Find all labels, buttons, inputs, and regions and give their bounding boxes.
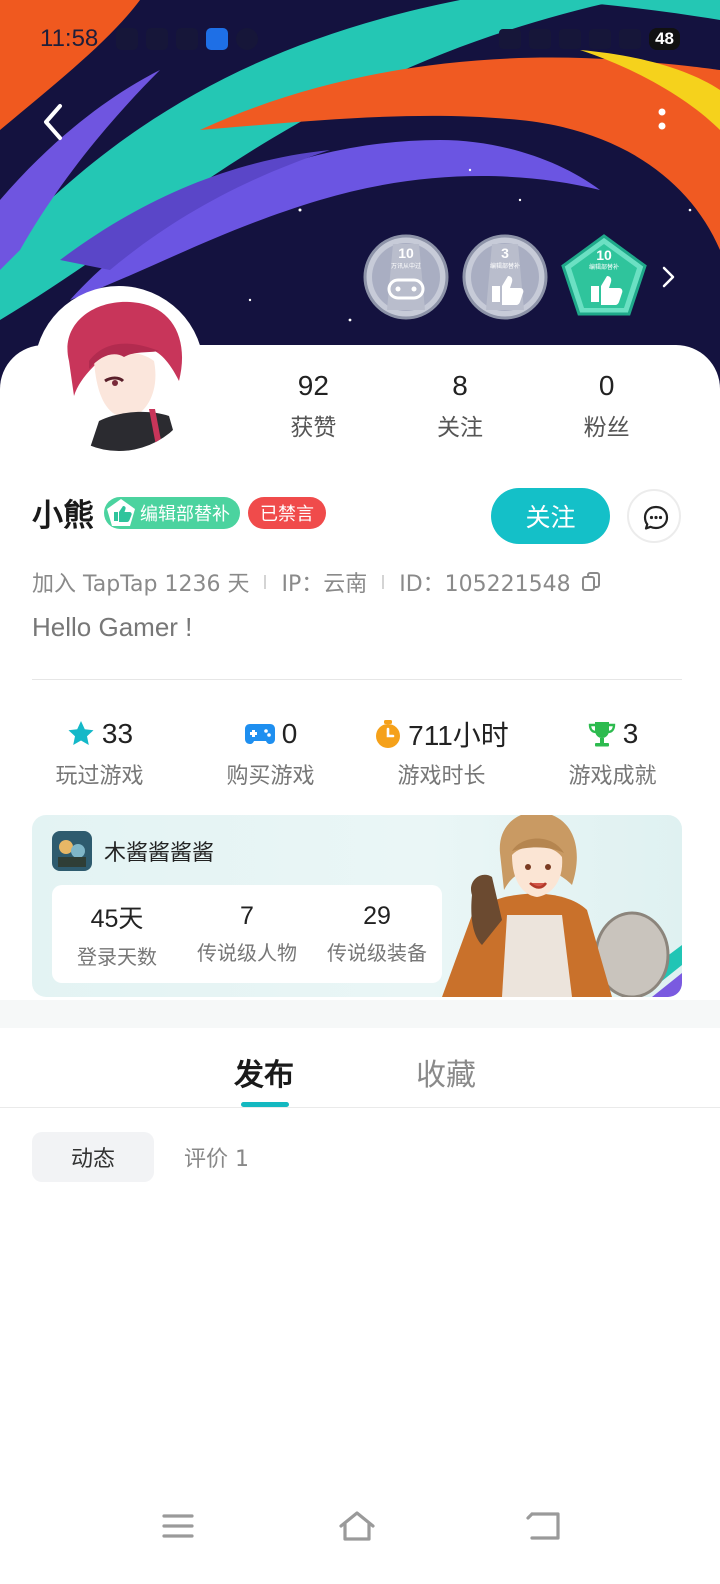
game-stats-panel: 45天 登录天数 7 传说级人物 29 传说级装备: [52, 885, 442, 983]
active-tab-indicator: [241, 1102, 289, 1107]
ip-location: IP：云南: [281, 572, 368, 597]
notification-icons: [116, 28, 259, 50]
game-stats: 33 玩过游戏 0 购买游戏 711小时 游戏时长 3 游戏成就: [14, 712, 698, 790]
divider: [264, 575, 267, 589]
star-icon: [68, 721, 94, 745]
svg-text:万讯从中过: 万讯从中过: [391, 262, 421, 270]
likes-stat[interactable]: 92 获赞: [240, 368, 387, 442]
content-tabs: 发布 收藏: [0, 1028, 720, 1108]
alarm-icon: [499, 29, 522, 49]
achievements-stat[interactable]: 3 游戏成就: [527, 712, 698, 790]
back-arrow-icon[interactable]: [36, 100, 76, 144]
legendary-characters-value: 7: [240, 902, 254, 930]
user-name: 小熊: [32, 498, 94, 534]
follow-button[interactable]: 关注: [491, 488, 610, 544]
login-days-label: 登录天数: [77, 944, 157, 969]
following-count: 8: [452, 370, 468, 401]
system-icons: 48: [499, 28, 680, 50]
signal-icon: [619, 29, 642, 49]
following-label: 关注: [437, 415, 483, 441]
notification-icon: [176, 28, 199, 50]
followers-label: 粉丝: [583, 415, 630, 441]
game-header: 木酱酱酱酱: [52, 831, 214, 871]
played-games-stat[interactable]: 33 玩过游戏: [14, 712, 185, 790]
notification-icon: [206, 28, 229, 50]
play-time-stat[interactable]: 711小时 游戏时长: [356, 712, 527, 790]
svg-text:编辑部替补: 编辑部替补: [589, 263, 619, 271]
likes-count: 92: [297, 370, 329, 401]
status-time: 11:58: [40, 25, 99, 52]
banned-badge: 已禁言: [248, 496, 326, 529]
login-days-stat: 45天 登录天数: [52, 899, 182, 970]
back-icon[interactable]: [522, 1508, 566, 1544]
joined-days: 加入 TapTap 1236 天: [32, 572, 250, 597]
legendary-characters-label: 传说级人物: [197, 941, 297, 965]
section-divider: [32, 679, 682, 680]
editor-badge-label: 编辑部替补: [140, 503, 230, 525]
achievements-label: 游戏成就: [568, 764, 657, 789]
user-bio: Hello Gamer !: [32, 612, 193, 642]
game-icon: [52, 831, 92, 871]
login-days-value: 45天: [90, 904, 144, 933]
more-options-icon[interactable]: [648, 100, 676, 144]
timer-icon: [376, 720, 401, 748]
achievements-count: 3: [622, 718, 639, 749]
badges-chevron-right-icon[interactable]: [658, 260, 680, 294]
svg-text:3: 3: [501, 245, 509, 261]
badge-gamepad[interactable]: 10 万讯从中过: [363, 234, 449, 320]
gamepad-icon: [244, 724, 275, 744]
featured-game-card[interactable]: 木酱酱酱酱 45天 登录天数 7 传说级人物 29 传说级装备: [32, 815, 682, 997]
subtab-reviews[interactable]: 评价 1: [184, 1141, 249, 1173]
played-games-count: 33: [101, 718, 134, 749]
thumbs-up-icon: [107, 498, 135, 526]
message-button[interactable]: [627, 489, 681, 543]
copy-icon[interactable]: [581, 571, 601, 593]
profile-stats: 92 获赞 8 关注 0 粉丝: [240, 368, 680, 442]
game-name: 木酱酱酱酱: [104, 841, 215, 866]
notification-icon: [116, 28, 139, 50]
subtab-moments[interactable]: 动态: [32, 1132, 154, 1182]
purchased-games-label: 购买游戏: [226, 764, 315, 789]
user-id: ID：105221548: [399, 572, 571, 597]
avatar[interactable]: [34, 286, 204, 456]
badge-editor-thumbs-up[interactable]: 10 编辑部替补: [561, 234, 647, 320]
played-games-label: 玩过游戏: [55, 764, 144, 789]
tab-posts[interactable]: 发布: [234, 1050, 294, 1094]
badge-thumbs-up[interactable]: 3 编辑部替补: [462, 234, 548, 320]
game-character-art: [442, 815, 682, 997]
trophy-icon: [588, 722, 615, 747]
home-icon[interactable]: [335, 1508, 379, 1544]
status-bar: 11:58 48: [0, 22, 720, 56]
sub-tabs: 动态 评价 1: [32, 1132, 249, 1182]
chat-icon: [643, 505, 669, 530]
legendary-characters-stat: 7 传说级人物: [182, 902, 312, 966]
purchased-games-count: 0: [281, 718, 298, 749]
play-time-label: 游戏时长: [397, 764, 486, 789]
chat-notification-icon: [236, 28, 259, 50]
nfc-icon: [559, 29, 582, 49]
user-info-row: 加入 TapTap 1236 天 IP：云南 ID：105221548: [32, 566, 601, 598]
tab-favorites[interactable]: 收藏: [416, 1050, 476, 1094]
editor-badge[interactable]: 编辑部替补: [104, 496, 240, 529]
purchased-games-stat[interactable]: 0 购买游戏: [185, 712, 356, 790]
divider: [382, 575, 385, 589]
svg-text:10: 10: [398, 245, 414, 261]
followers-count: 0: [598, 370, 615, 401]
system-navigation-bar: [0, 1500, 720, 1560]
name-row: 小熊 编辑部替补 已禁言: [32, 490, 326, 535]
followers-stat[interactable]: 0 粉丝: [533, 368, 680, 442]
vibrate-icon: [529, 29, 552, 49]
section-gap: [0, 1000, 720, 1028]
battery-indicator: 48: [649, 28, 680, 50]
avatar-image: [39, 291, 199, 451]
following-stat[interactable]: 8 关注: [387, 368, 534, 442]
notification-icon: [146, 28, 169, 50]
likes-label: 获赞: [290, 415, 337, 441]
play-time-value: 711小时: [408, 720, 509, 751]
wifi-icon: [589, 29, 612, 49]
svg-text:10: 10: [596, 247, 612, 263]
menu-icon[interactable]: [156, 1508, 200, 1544]
svg-text:编辑部替补: 编辑部替补: [490, 262, 520, 270]
